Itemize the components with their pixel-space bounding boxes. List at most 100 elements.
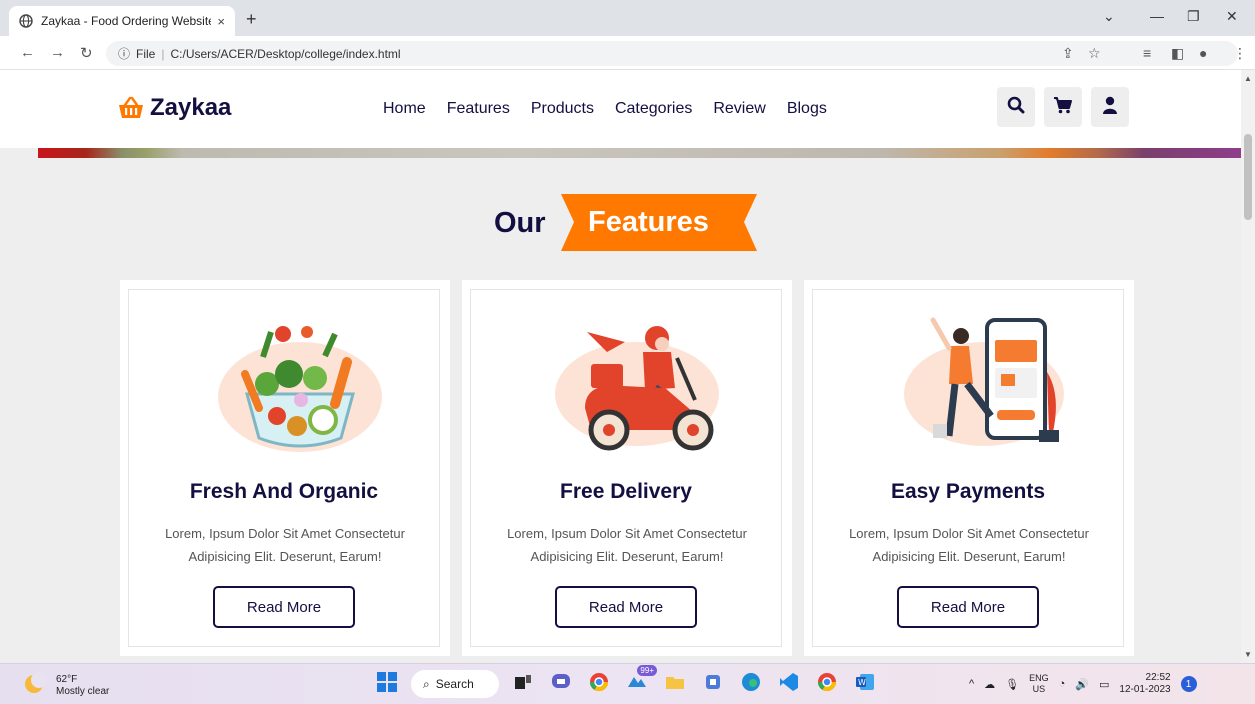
minimize-button[interactable]: — — [1150, 8, 1164, 24]
taskbar-apps: ⌕ Search 99+ W — [373, 665, 879, 698]
nav-link-review[interactable]: Review — [713, 100, 765, 118]
mobile-payment-icon — [889, 312, 1069, 462]
hero-image-strip — [38, 148, 1241, 158]
bookmark-star-icon[interactable]: ☆ — [1088, 45, 1101, 62]
media-app-button[interactable] — [699, 670, 727, 698]
nav-link-home[interactable]: Home — [383, 100, 426, 118]
language-indicator[interactable]: ENG US — [1029, 673, 1049, 695]
start-button[interactable] — [373, 670, 401, 698]
browser-tab[interactable]: Zaykaa - Food Ordering Website × — [9, 6, 235, 36]
shopping-basket-icon — [118, 96, 144, 120]
battery-icon[interactable]: ▭ — [1099, 678, 1109, 691]
wifi-icon[interactable]: ◔ — [1059, 678, 1066, 690]
profile-icon[interactable]: ● — [1199, 45, 1207, 61]
vscode-app-button[interactable] — [775, 670, 803, 698]
scrollbar-thumb[interactable] — [1244, 134, 1252, 220]
media-icon — [704, 673, 722, 696]
address-scheme-label: File — [136, 46, 156, 61]
chrome-active-button[interactable] — [813, 670, 841, 698]
task-view-icon — [514, 674, 532, 695]
folder-icon — [665, 674, 685, 695]
new-tab-button[interactable]: + — [246, 9, 257, 30]
shopping-cart-icon — [1053, 96, 1073, 119]
volume-icon[interactable]: 🔊 — [1075, 678, 1089, 691]
features-heading: Our Features — [0, 194, 1241, 254]
user-button[interactable] — [1091, 87, 1129, 127]
side-panel-icon[interactable]: ◧ — [1171, 45, 1184, 62]
web-page: Zaykaa Home Features Products Categories… — [0, 70, 1241, 663]
forward-icon[interactable]: → — [50, 44, 65, 61]
system-tray: ^ ☁ 🎙 ENG US ◔ 🔊 ▭ 22:52 12-01-2023 1 — [969, 672, 1197, 696]
read-more-button[interactable]: Read More — [897, 586, 1039, 628]
read-more-button[interactable]: Read More — [555, 586, 697, 628]
teams-chat-button[interactable] — [547, 670, 575, 698]
reading-list-icon[interactable]: ≡ — [1143, 45, 1151, 61]
vscode-icon — [779, 672, 799, 697]
microphone-icon[interactable]: 🎙 — [1005, 678, 1019, 691]
tab-close-icon[interactable]: × — [217, 14, 225, 29]
chrome-icon — [589, 672, 609, 697]
weather-temperature: 62°F — [56, 673, 78, 685]
feature-card-title: Easy Payments — [890, 480, 1046, 503]
nav-link-features[interactable]: Features — [447, 100, 510, 118]
chevron-up-icon[interactable]: ^ — [969, 678, 974, 690]
photos-app-button[interactable]: 99+ — [623, 665, 657, 698]
browser-tab-bar: Zaykaa - Food Ordering Website × + ⌄ — ❐… — [0, 0, 1255, 36]
edge-icon — [741, 672, 761, 697]
notification-count[interactable]: 1 — [1180, 676, 1197, 692]
info-icon[interactable]: ⓘ — [118, 45, 130, 62]
feature-card-inner: Easy Payments Lorem, Ipsum Dolor Sit Ame… — [812, 289, 1124, 647]
taskbar-search-label: Search — [435, 677, 474, 691]
main-nav: Home Features Products Categories Review… — [383, 100, 827, 118]
moon-icon — [24, 672, 48, 699]
word-icon: W — [855, 672, 875, 697]
search-button[interactable] — [997, 87, 1035, 127]
site-logo[interactable]: Zaykaa — [118, 94, 231, 122]
chrome-app-button[interactable] — [585, 670, 613, 698]
taskbar-search[interactable]: ⌕ Search — [411, 670, 499, 698]
windows-taskbar: 62°F Mostly clear ⌕ Search 99+ W ^ ☁ 🎙 E… — [0, 663, 1255, 704]
close-window-button[interactable]: ✕ — [1226, 8, 1238, 25]
tab-title: Zaykaa - Food Ordering Website — [41, 14, 212, 28]
clock[interactable]: 22:52 12-01-2023 — [1119, 672, 1170, 696]
menu-kebab-icon[interactable]: ⋮ — [1233, 45, 1247, 62]
feature-card-text: Lorem, Ipsum Dolor Sit Amet Consectetur … — [849, 526, 1089, 564]
onedrive-icon[interactable]: ☁ — [984, 678, 995, 691]
globe-icon — [19, 14, 33, 28]
nav-link-blogs[interactable]: Blogs — [787, 100, 827, 118]
cart-button[interactable] — [1044, 87, 1082, 127]
feature-card-title: Fresh And Organic — [189, 480, 379, 503]
page-scrollbar[interactable]: ▲ ▼ — [1241, 70, 1255, 663]
file-explorer-button[interactable] — [661, 670, 689, 698]
weather-condition: Mostly clear — [56, 685, 110, 697]
feature-card: Fresh And Organic Lorem, Ipsum Dolor Sit… — [120, 280, 450, 656]
feature-card-inner: Fresh And Organic Lorem, Ipsum Dolor Sit… — [128, 289, 440, 647]
task-view-button[interactable] — [509, 670, 537, 698]
tab-search-icon[interactable]: ⌄ — [1103, 8, 1115, 25]
feature-card: Easy Payments Lorem, Ipsum Dolor Sit Ame… — [804, 280, 1134, 656]
feature-card: Free Delivery Lorem, Ipsum Dolor Sit Ame… — [462, 280, 792, 656]
scroll-down-icon[interactable]: ▼ — [1244, 650, 1252, 659]
browser-toolbar: ← → ↻ ⓘ File | C:/Users/ACER/Desktop/col… — [0, 36, 1255, 70]
reload-icon[interactable]: ↻ — [80, 44, 93, 62]
nav-link-categories[interactable]: Categories — [615, 100, 692, 118]
scroll-up-icon[interactable]: ▲ — [1244, 74, 1252, 83]
back-icon[interactable]: ← — [20, 44, 35, 61]
feature-card-text: Lorem, Ipsum Dolor Sit Amet Consectetur … — [165, 526, 405, 564]
feature-card-inner: Free Delivery Lorem, Ipsum Dolor Sit Ame… — [470, 289, 782, 647]
notification-badge: 99+ — [637, 665, 657, 676]
restore-button[interactable]: ❐ — [1187, 8, 1200, 25]
share-icon[interactable]: ⇪ — [1062, 45, 1074, 62]
chrome-icon — [817, 672, 837, 697]
nav-link-products[interactable]: Products — [531, 100, 594, 118]
language-code: ENG — [1029, 673, 1049, 683]
feature-card-text: Lorem, Ipsum Dolor Sit Amet Consectetur … — [507, 526, 747, 564]
logo-text: Zaykaa — [150, 94, 232, 121]
edge-app-button[interactable] — [737, 670, 765, 698]
read-more-button[interactable]: Read More — [213, 586, 355, 628]
feature-card-title: Free Delivery — [560, 480, 692, 503]
search-icon — [1007, 96, 1025, 119]
address-url: C:/Users/ACER/Desktop/college/index.html — [170, 46, 401, 61]
word-app-button[interactable]: W — [851, 670, 879, 698]
weather-widget[interactable]: 62°F Mostly clear — [24, 672, 109, 699]
